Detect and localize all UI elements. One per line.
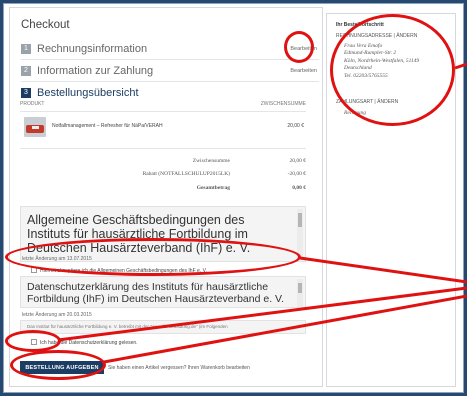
annotation-line xyxy=(103,294,467,364)
annotation-line xyxy=(454,62,467,70)
annotation-lines xyxy=(57,62,467,364)
annotation-line xyxy=(299,256,467,284)
